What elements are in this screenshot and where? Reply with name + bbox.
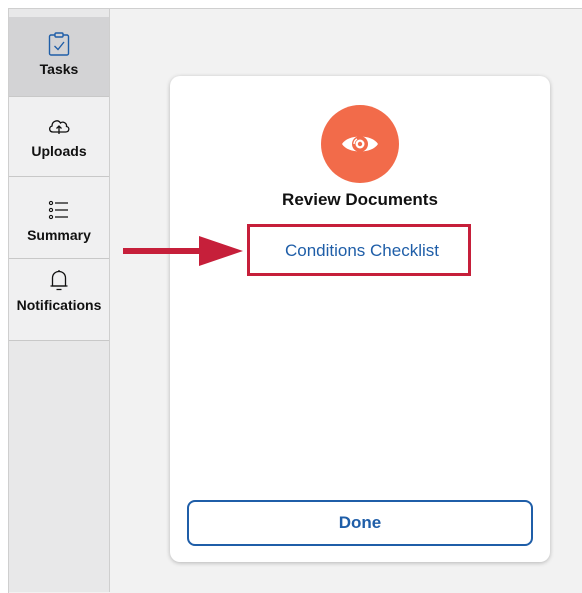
sidebar-item-label: Summary [27, 227, 91, 243]
top-bar [8, 0, 582, 8]
sidebar-item-notifications[interactable]: Notifications [9, 259, 109, 341]
annotation-highlight-box [247, 224, 471, 276]
card-title: Review Documents [282, 190, 438, 209]
done-button[interactable]: Done [187, 500, 533, 546]
sidebar: Tasks Uploads Summary Notifications [8, 8, 110, 592]
cloud-upload-icon [49, 120, 70, 134]
sidebar-item-label: Notifications [16, 297, 102, 313]
bell-icon [50, 270, 68, 291]
annotation-arrow-icon [123, 236, 243, 266]
sidebar-item-summary[interactable]: Summary [9, 177, 109, 259]
app-screen: Tasks Uploads Summary Notifications Revi… [0, 0, 582, 593]
clipboard-check-icon [48, 32, 70, 56]
list-icon [48, 200, 68, 220]
sidebar-item-uploads[interactable]: Uploads [9, 97, 109, 177]
review-documents-card: Review Documents Conditions Checklist Do… [170, 76, 550, 562]
sidebar-item-label: Tasks [39, 61, 79, 77]
eye-icon-badge [321, 105, 399, 183]
sidebar-item-label: Uploads [31, 143, 87, 159]
eye-icon [342, 136, 378, 152]
sidebar-item-tasks[interactable]: Tasks [9, 17, 109, 97]
